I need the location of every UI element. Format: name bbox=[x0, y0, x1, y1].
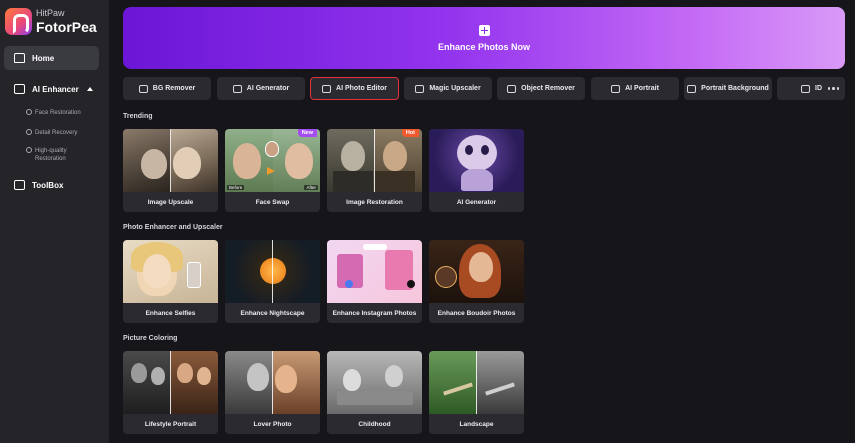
card-label: Image Restoration bbox=[346, 198, 403, 206]
portrait-bg-icon bbox=[687, 84, 697, 93]
hq-icon bbox=[26, 147, 32, 153]
card-image-upscale[interactable]: Image Upscale bbox=[123, 129, 218, 212]
childhood-thumbnail bbox=[327, 351, 422, 414]
sidebar-item-label: Home bbox=[32, 53, 55, 63]
landscape-thumbnail bbox=[429, 351, 524, 414]
tool-id[interactable]: ID bbox=[777, 77, 845, 100]
section-title-trending: Trending bbox=[123, 113, 153, 120]
eraser-icon bbox=[507, 84, 517, 93]
card-label: Enhance Boudoir Photos bbox=[437, 309, 516, 317]
card-landscape[interactable]: Landscape bbox=[429, 351, 524, 434]
tool-ai-portrait[interactable]: AI Portrait bbox=[591, 77, 679, 100]
card-enhance-nightscape[interactable]: Enhance Nightscape bbox=[225, 240, 320, 323]
enhance-nightscape-thumbnail bbox=[225, 240, 320, 303]
brand-name: FotorPea bbox=[36, 19, 97, 35]
card-label: Enhance Nightscape bbox=[240, 309, 305, 317]
card-label: Image Upscale bbox=[147, 198, 194, 206]
card-label: Enhance Instagram Photos bbox=[332, 309, 417, 317]
fotorpea-logo-icon bbox=[5, 8, 32, 35]
card-label: Enhance Selfies bbox=[145, 309, 196, 317]
enhance-instagram-thumbnail bbox=[327, 240, 422, 303]
sidebar-item-label: AI Enhancer bbox=[32, 84, 79, 94]
enhance-boudoir-thumbnail bbox=[429, 240, 524, 303]
brand-sub: HitPaw bbox=[36, 8, 65, 18]
arrow-right-icon bbox=[267, 167, 275, 175]
card-enhance-instagram-photos[interactable]: Enhance Instagram Photos bbox=[327, 240, 422, 323]
card-lifestyle-portrait[interactable]: Lifestyle Portrait bbox=[123, 351, 218, 434]
detail-icon bbox=[26, 129, 32, 135]
sidebar-item-toolbox[interactable]: ToolBox bbox=[4, 175, 99, 195]
card-label: Lifestyle Portrait bbox=[144, 420, 197, 428]
sidebar-subitem-face-restoration[interactable]: Face Restoration bbox=[26, 109, 81, 117]
hot-badge: Hot bbox=[401, 129, 419, 137]
face-swap-thumbnail: Before After bbox=[225, 129, 320, 192]
tool-bg-remover[interactable]: BG Remover bbox=[123, 77, 211, 100]
tool-ai-photo-editor[interactable]: AI Photo Editor bbox=[310, 77, 399, 100]
section-title-picture-coloring: Picture Coloring bbox=[123, 335, 178, 342]
image-icon bbox=[14, 84, 25, 94]
lifestyle-portrait-thumbnail bbox=[123, 351, 218, 414]
card-label: Landscape bbox=[459, 420, 494, 428]
sidebar-subitem-high-quality-restoration[interactable]: High-quality Restoration bbox=[26, 147, 76, 163]
sidebar-subitem-detail-recovery[interactable]: Detail Recovery bbox=[26, 129, 77, 137]
card-label: Childhood bbox=[358, 420, 391, 428]
tool-magic-upscaler[interactable]: Magic Upscaler bbox=[404, 77, 492, 100]
brand: HitPaw FotorPea bbox=[5, 8, 97, 35]
hero-label: Enhance Photos Now bbox=[437, 41, 530, 52]
photo-edit-icon bbox=[322, 84, 332, 93]
enhance-selfies-thumbnail bbox=[123, 240, 218, 303]
enhance-photos-now-button[interactable]: Enhance Photos Now bbox=[123, 7, 845, 69]
tool-ai-generator[interactable]: AI Generator bbox=[217, 77, 305, 100]
section-title-photo-enhancer: Photo Enhancer and Upscaler bbox=[123, 224, 223, 231]
card-label: Face Swap bbox=[255, 198, 290, 206]
sidebar-item-home[interactable]: Home bbox=[4, 46, 99, 70]
plus-icon bbox=[478, 24, 490, 36]
sidebar-item-label: ToolBox bbox=[32, 180, 64, 190]
lover-photo-thumbnail bbox=[225, 351, 320, 414]
tool-bar: BG Remover AI Generator AI Photo Editor … bbox=[123, 77, 845, 100]
card-image-restoration[interactable]: Hot Image Restoration bbox=[327, 129, 422, 212]
tool-portrait-background[interactable]: Portrait Background bbox=[684, 77, 772, 100]
ai-generator-thumbnail bbox=[429, 129, 524, 192]
tool-object-remover[interactable]: Object Remover bbox=[497, 77, 585, 100]
card-enhance-boudoir-photos[interactable]: Enhance Boudoir Photos bbox=[429, 240, 524, 323]
card-lover-photo[interactable]: Lover Photo bbox=[225, 351, 320, 434]
sidebar: HitPaw FotorPea Home AI Enhancer Face Re… bbox=[0, 0, 109, 443]
expand-icon bbox=[415, 84, 425, 93]
card-childhood[interactable]: Childhood bbox=[327, 351, 422, 434]
card-label: Lover Photo bbox=[253, 420, 292, 428]
bg-remover-icon bbox=[138, 84, 148, 93]
sidebar-item-ai-enhancer[interactable]: AI Enhancer bbox=[4, 78, 99, 100]
more-icon[interactable] bbox=[827, 87, 839, 90]
image-restoration-thumbnail bbox=[327, 129, 422, 192]
portrait-icon bbox=[611, 84, 621, 93]
card-enhance-selfies[interactable]: Enhance Selfies bbox=[123, 240, 218, 323]
card-label: AI Generator bbox=[456, 198, 497, 206]
card-face-swap[interactable]: Before After New Face Swap bbox=[225, 129, 320, 212]
new-badge: New bbox=[297, 129, 317, 137]
card-ai-generator[interactable]: AI Generator bbox=[429, 129, 524, 212]
id-scan-icon bbox=[801, 84, 810, 93]
toolbox-icon bbox=[14, 180, 25, 190]
face-icon bbox=[26, 109, 32, 115]
wand-icon bbox=[232, 84, 242, 93]
home-icon bbox=[14, 53, 25, 63]
image-upscale-thumbnail bbox=[123, 129, 218, 192]
chevron-up-icon bbox=[87, 87, 93, 91]
